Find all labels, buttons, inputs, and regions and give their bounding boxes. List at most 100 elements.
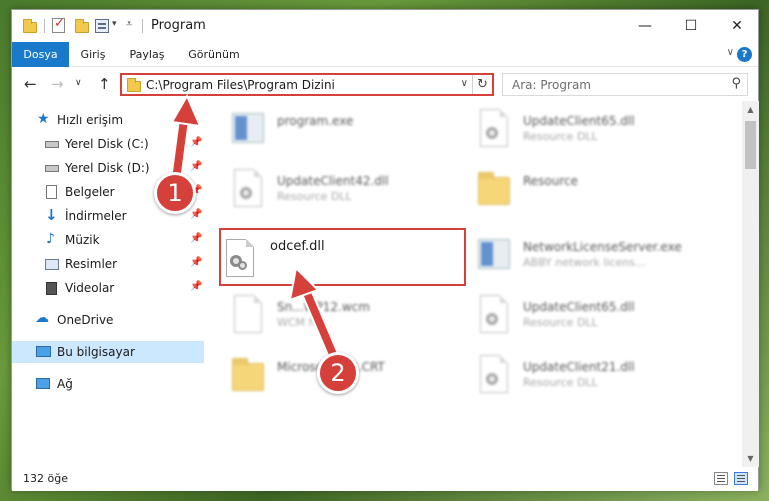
pin-icon[interactable]: 📌 [190, 281, 202, 292]
file-name: UpdateClient42.dll [277, 174, 389, 188]
address-path[interactable]: C:\Program Files\Program Dizini [146, 78, 335, 92]
scroll-down-icon[interactable]: ▼ [742, 450, 759, 467]
sidebar-item-drive-c[interactable]: Yerel Disk (C:) 📌 [12, 133, 204, 155]
maximize-button[interactable]: ☐ [668, 10, 714, 42]
list-item[interactable]: UpdateClient21.dll Resource DLL [455, 349, 695, 407]
sidebar-item-label: Resimler [65, 257, 118, 271]
pin-icon[interactable]: 📌 [190, 233, 202, 244]
step-badge-1: 1 [154, 172, 196, 214]
chevron-down-icon[interactable]: ∨ [461, 78, 468, 89]
video-icon [46, 282, 57, 295]
title-bar: ▾ ⩡ Program — ☐ ✕ [12, 10, 758, 42]
pictures-icon [45, 259, 59, 270]
file-name: Resource [523, 174, 579, 188]
sidebar-item-music[interactable]: ♪ Müzik 📌 [12, 229, 204, 251]
sidebar-item-network[interactable]: Ağ [12, 373, 204, 395]
properties-icon[interactable] [95, 19, 109, 33]
scroll-thumb[interactable] [745, 121, 756, 169]
close-button[interactable]: ✕ [714, 10, 760, 42]
pin-icon[interactable]: 📌 [190, 257, 202, 268]
scroll-up-icon[interactable]: ▲ [742, 101, 759, 118]
refresh-icon[interactable]: ↻ [472, 75, 492, 94]
back-arrow-icon[interactable]: ← [24, 75, 37, 93]
file-type: Resource DLL [277, 190, 352, 203]
pin-icon[interactable]: 📌 [190, 161, 202, 172]
step-badge-2: 2 [317, 352, 359, 394]
address-bar[interactable]: C:\Program Files\Program Dizini ∨ ↻ [120, 73, 494, 96]
list-item[interactable]: program.exe [209, 103, 449, 161]
search-icon[interactable]: ⚲ [731, 76, 741, 91]
window-title: Program [151, 18, 206, 33]
help-icon[interactable]: ? [737, 47, 752, 62]
file-type: Resource DLL [523, 130, 598, 143]
drive-icon [45, 141, 59, 148]
ribbon-tabs: Dosya Giriş Paylaş Görünüm ∨ ? [12, 42, 758, 67]
minimize-button[interactable]: — [622, 10, 668, 42]
tiles-view-icon[interactable] [734, 472, 748, 485]
sidebar-item-label: Yerel Disk (C:) [65, 137, 149, 151]
list-item[interactable]: UpdateClient65.dll Resource DLL [455, 103, 695, 161]
exe-icon [232, 109, 264, 149]
up-arrow-icon[interactable]: ↑ [98, 75, 111, 93]
item-count: 132 öğe [23, 472, 68, 485]
customize-toolbar-icon[interactable]: ⩡ [126, 17, 132, 31]
music-icon: ♪ [46, 231, 55, 247]
forward-arrow-icon[interactable]: → [51, 75, 64, 93]
address-row: ← → ∨ ↑ C:\Program Files\Program Dizini … [12, 67, 758, 101]
sidebar-item-label: İndirmeler [65, 209, 127, 223]
file-type: Resource DLL [523, 376, 598, 389]
computer-icon [36, 346, 51, 357]
vertical-scrollbar[interactable]: ▲ ▼ [742, 101, 759, 467]
network-icon [36, 378, 50, 389]
file-name: program.exe [277, 114, 354, 128]
tab-home[interactable]: Giriş [74, 42, 112, 67]
folder-icon [232, 355, 264, 395]
sidebar-item-videos[interactable]: Videolar 📌 [12, 277, 204, 299]
list-item[interactable]: UpdateClient65.dll Resource DLL [455, 289, 695, 347]
dll-icon [478, 109, 510, 149]
sidebar-item-label: Belgeler [65, 185, 115, 199]
search-box[interactable]: ⚲ [502, 73, 748, 96]
chevron-down-icon[interactable]: ▾ [112, 19, 117, 29]
file-name: UpdateClient65.dll [523, 114, 635, 128]
file-name: Sn...WP12.wcm [277, 300, 370, 314]
pin-icon[interactable]: 📌 [190, 209, 202, 220]
properties-check-icon[interactable] [52, 16, 65, 33]
pin-icon[interactable]: 📌 [190, 137, 202, 148]
sidebar-item-label: Ağ [57, 377, 73, 391]
file-type: Resource DLL [523, 316, 598, 329]
sidebar-item-label: OneDrive [57, 313, 114, 327]
file-name: UpdateClient65.dll [523, 300, 635, 314]
recent-locations-chevron-icon[interactable]: ∨ [75, 78, 82, 88]
list-item[interactable]: Resource [455, 163, 695, 221]
exe-icon [478, 235, 510, 275]
qa-separator [142, 19, 143, 33]
qa-separator [44, 19, 45, 33]
tab-view[interactable]: Görünüm [184, 42, 244, 67]
folder-icon [127, 78, 141, 92]
sidebar-item-label: Yerel Disk (D:) [65, 161, 150, 175]
sidebar-item-label: Müzik [65, 233, 100, 247]
list-item[interactable]: NetworkLicenseServer.exe ABBY network li… [455, 229, 695, 287]
chevron-down-icon[interactable]: ∨ [727, 47, 734, 58]
sidebar-item-pictures[interactable]: Resimler 📌 [12, 253, 204, 275]
status-bar: 132 öğe [12, 467, 758, 491]
file-type: ABBY network licens... [523, 256, 646, 269]
tab-share[interactable]: Paylaş [124, 42, 170, 67]
file-name: NetworkLicenseServer.exe [523, 240, 682, 254]
tab-file[interactable]: Dosya [12, 42, 69, 67]
sidebar-item-this-pc[interactable]: Bu bilgisayar [12, 341, 204, 363]
list-item[interactable]: UpdateClient42.dll Resource DLL [209, 163, 449, 221]
sidebar-item-quick-access[interactable]: ★ Hızlı erişim [12, 109, 204, 131]
search-input[interactable] [503, 74, 723, 95]
file-type: WCM file [277, 316, 326, 329]
sidebar-item-onedrive[interactable]: ☁ OneDrive [12, 309, 204, 331]
folder-icon [23, 19, 37, 33]
dll-icon [478, 355, 510, 395]
details-view-icon[interactable] [714, 472, 728, 485]
new-folder-icon[interactable] [75, 19, 89, 33]
sidebar-item-label: Bu bilgisayar [57, 345, 135, 359]
star-icon: ★ [37, 111, 50, 127]
list-item[interactable]: Sn...WP12.wcm WCM file [209, 289, 449, 347]
drive-icon [45, 165, 59, 172]
